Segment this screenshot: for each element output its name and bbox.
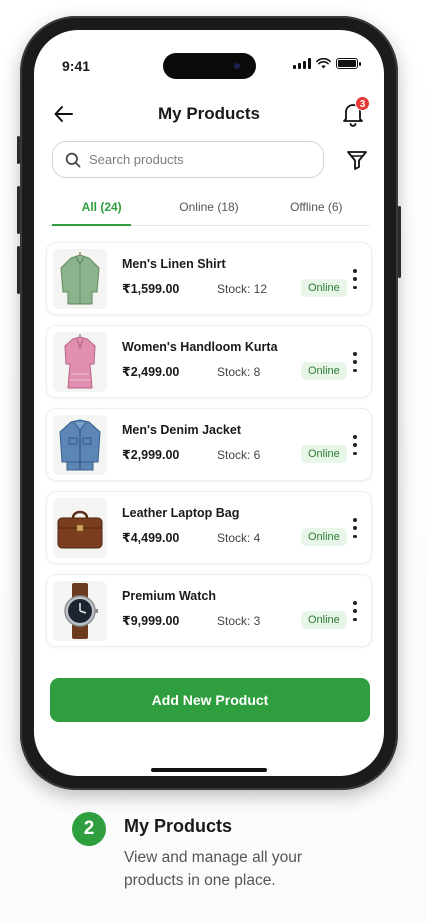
watch-icon bbox=[64, 583, 98, 639]
bag-icon bbox=[57, 510, 103, 549]
wifi-icon bbox=[316, 58, 331, 69]
search-bar[interactable] bbox=[52, 141, 324, 178]
shirt-icon bbox=[60, 252, 100, 305]
product-thumbnail bbox=[53, 332, 107, 392]
caption-description: View and manage all your products in one… bbox=[124, 849, 303, 889]
step-number: 2 bbox=[72, 812, 106, 846]
caption-title: My Products bbox=[124, 816, 233, 836]
product-card[interactable]: Men's Linen Shirt ₹1,599.00 Stock: 12 On… bbox=[46, 242, 372, 315]
phone-frame: 9:41 My Products 3 Search products All (… bbox=[17, 16, 401, 790]
product-stock: Stock: 4 bbox=[217, 531, 261, 545]
product-price: ₹2,499.00 bbox=[122, 365, 180, 379]
tab-all[interactable]: All (24) bbox=[48, 194, 155, 226]
product-stock: Stock: 12 bbox=[217, 282, 268, 296]
jacket-icon bbox=[59, 419, 101, 471]
product-card[interactable]: Leather Laptop Bag ₹4,499.00 Stock: 4 On… bbox=[46, 491, 372, 564]
filter-icon[interactable] bbox=[346, 149, 368, 171]
status-badge: Online bbox=[301, 611, 347, 629]
product-price: ₹9,999.00 bbox=[122, 614, 180, 628]
product-price: ₹4,499.00 bbox=[122, 531, 180, 545]
product-thumbnail bbox=[53, 415, 107, 475]
product-stock: Stock: 8 bbox=[217, 365, 261, 379]
notification-badge: 3 bbox=[355, 96, 370, 111]
product-name: Premium Watch bbox=[122, 589, 217, 603]
product-thumbnail bbox=[53, 498, 107, 558]
product-card[interactable]: Men's Denim Jacket ₹2,999.00 Stock: 6 On… bbox=[46, 408, 372, 481]
more-options-icon[interactable] bbox=[347, 269, 363, 289]
product-card[interactable]: Premium Watch ₹9,999.00 Stock: 3 Online bbox=[46, 574, 372, 647]
dynamic-island bbox=[163, 53, 256, 79]
product-thumbnail bbox=[53, 249, 107, 309]
product-list: Men's Linen Shirt ₹1,599.00 Stock: 12 On… bbox=[46, 242, 372, 657]
product-name: Leather Laptop Bag bbox=[122, 506, 240, 520]
status-badge: Online bbox=[301, 279, 347, 297]
status-badge: Online bbox=[301, 362, 347, 380]
more-options-icon[interactable] bbox=[347, 518, 363, 538]
product-price: ₹1,599.00 bbox=[122, 282, 180, 296]
header: My Products 3 bbox=[34, 96, 384, 132]
more-options-icon[interactable] bbox=[347, 435, 363, 455]
signal-icon bbox=[293, 58, 311, 69]
product-stock: Stock: 6 bbox=[217, 448, 261, 462]
status-badge: Online bbox=[301, 528, 347, 546]
search-icon bbox=[65, 152, 81, 167]
product-price: ₹2,999.00 bbox=[122, 448, 180, 462]
stage: 9:41 My Products 3 Search products All (… bbox=[0, 0, 426, 923]
product-name: Men's Linen Shirt bbox=[122, 257, 226, 271]
kurta-icon bbox=[64, 334, 96, 389]
product-name: Men's Denim Jacket bbox=[122, 423, 241, 437]
search-input[interactable] bbox=[89, 152, 289, 167]
status-time: 9:41 bbox=[62, 58, 91, 74]
screen: 9:41 My Products 3 Search products All (… bbox=[34, 30, 384, 776]
tabs: All (24) Online (18) Offline (6) bbox=[48, 194, 370, 226]
status-badge: Online bbox=[301, 445, 347, 463]
add-product-button[interactable]: Add New Product bbox=[50, 678, 370, 722]
status-icons bbox=[293, 58, 361, 69]
tab-offline[interactable]: Offline (6) bbox=[263, 194, 370, 225]
more-options-icon[interactable] bbox=[347, 601, 363, 621]
notification-button[interactable]: 3 bbox=[340, 96, 370, 128]
home-indicator bbox=[151, 768, 267, 772]
page-title: My Products bbox=[157, 104, 261, 123]
product-stock: Stock: 3 bbox=[217, 614, 261, 628]
product-thumbnail bbox=[53, 581, 107, 641]
tab-online[interactable]: Online (18) bbox=[155, 194, 262, 225]
more-options-icon[interactable] bbox=[347, 352, 363, 372]
product-name: Women's Handloom Kurta bbox=[122, 340, 278, 354]
product-card[interactable]: Women's Handloom Kurta ₹2,499.00 Stock: … bbox=[46, 325, 372, 398]
battery-icon bbox=[336, 58, 361, 69]
